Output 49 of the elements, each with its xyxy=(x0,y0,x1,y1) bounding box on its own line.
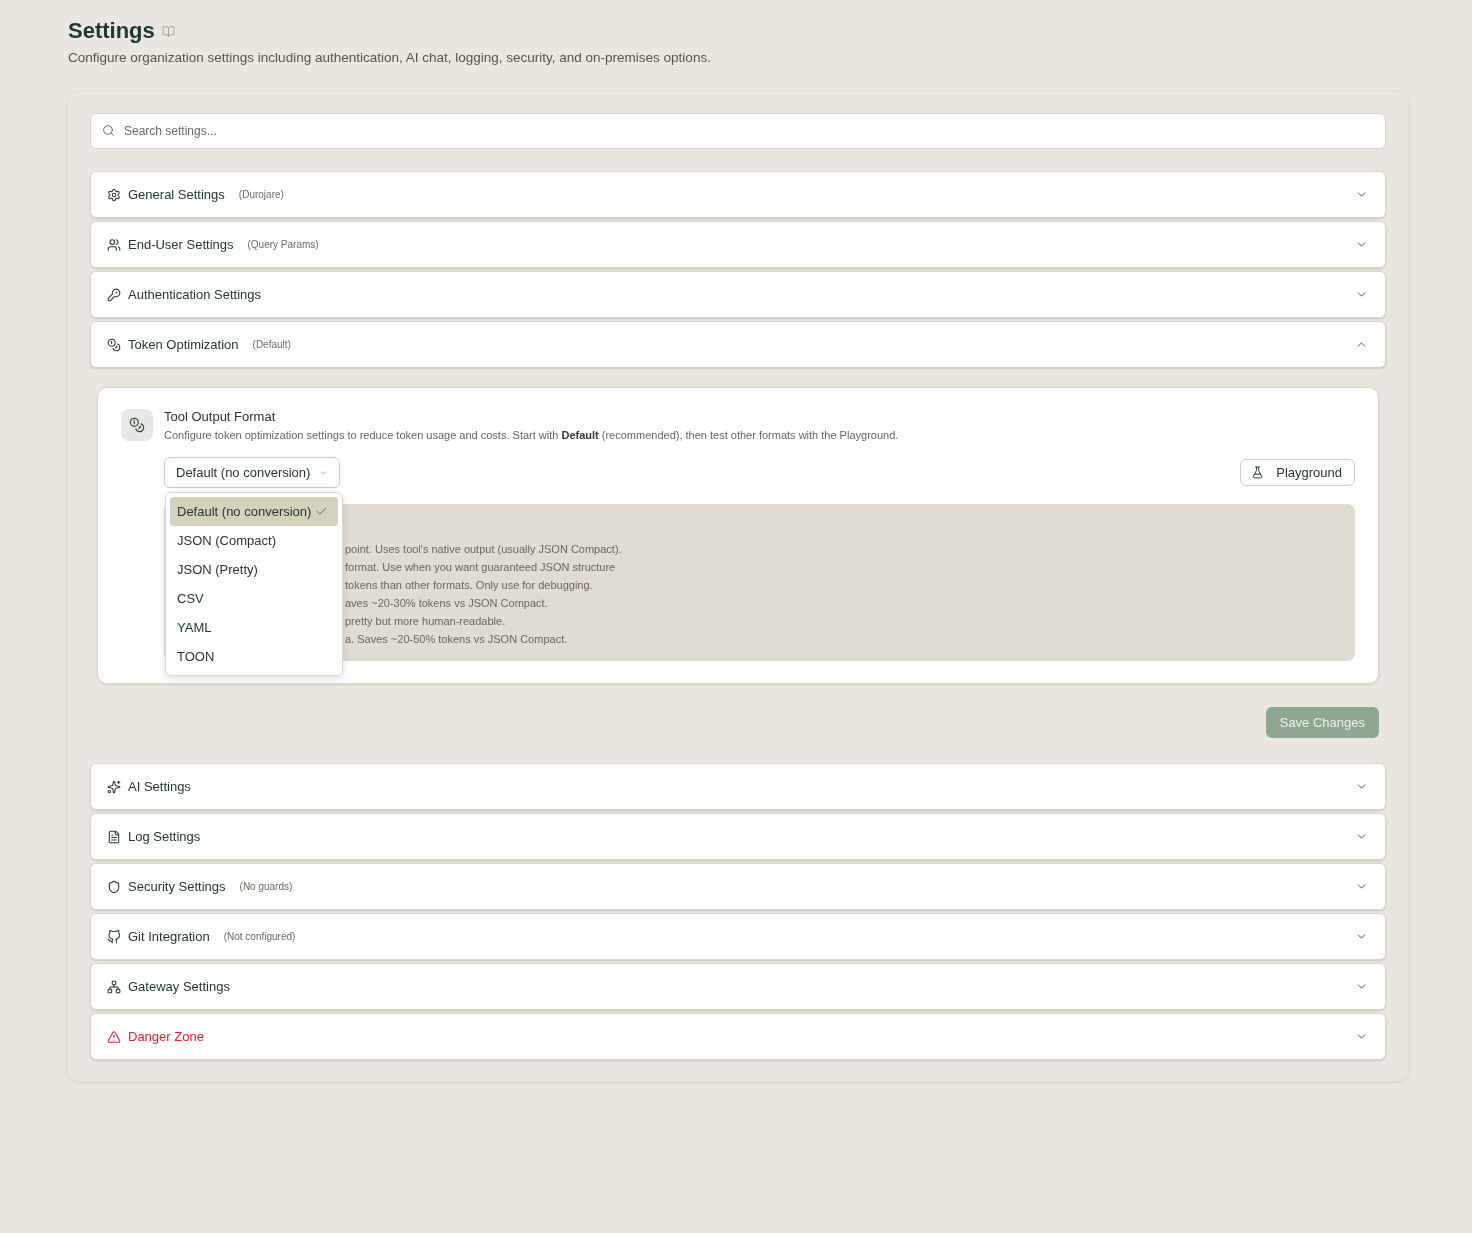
playground-button[interactable]: Playground xyxy=(1240,459,1355,486)
dropdown-option[interactable]: JSON (Compact) xyxy=(170,526,338,555)
dropdown-option[interactable]: YAML xyxy=(170,613,338,642)
section-note: (Default) xyxy=(252,339,291,350)
key-icon xyxy=(107,287,121,302)
gear-icon xyxy=(107,187,121,202)
info-text: point. Uses tool's native output (usually JSON Compact). xyxy=(345,542,623,557)
card-title: Tool Output Format xyxy=(164,409,276,425)
search-field[interactable]: Search settings... xyxy=(90,113,1386,149)
section-header[interactable]: Gateway Settings xyxy=(90,963,1386,1010)
dropdown-option[interactable]: Default (no conversion) xyxy=(170,497,338,526)
info-text: tokens than other formats. Only use for debugging. xyxy=(345,578,594,593)
book-icon[interactable] xyxy=(161,24,175,38)
card-description: Configure token optimization settings to reduce token usage and costs. Start with Default (recommended), then test other formats with the Playground. xyxy=(164,428,899,443)
coins-icon xyxy=(107,337,121,352)
search-icon xyxy=(102,124,115,137)
shield-icon xyxy=(107,879,121,894)
dropdown-option[interactable]: JSON (Pretty) xyxy=(170,555,338,584)
section-header[interactable]: Danger Zone xyxy=(90,1013,1386,1060)
flask-icon xyxy=(1251,466,1265,479)
info-text: pretty but more human-readable. xyxy=(345,614,507,629)
check-icon xyxy=(315,505,328,518)
info-text: format. Use when you want guaranteed JSON structure xyxy=(345,560,617,575)
document-icon xyxy=(107,829,121,844)
section-header[interactable]: General Settings (Durojare) xyxy=(90,171,1386,218)
section-note: (Not configured) xyxy=(223,931,296,942)
section-header[interactable]: AI Settings xyxy=(90,763,1386,810)
section-header[interactable]: Log Settings xyxy=(90,813,1386,860)
dropdown-option[interactable]: CSV xyxy=(170,584,338,613)
section-header[interactable]: End-User Settings (Query Params) xyxy=(90,221,1386,268)
section-note: (No guards) xyxy=(239,881,293,892)
warning-icon xyxy=(107,1029,121,1044)
network-icon xyxy=(107,979,121,994)
page-subtitle: Configure organization settings including authentication, AI chat, logging, security, and on-premises options. xyxy=(68,49,711,67)
dropdown-option[interactable]: TOON xyxy=(170,642,338,671)
section-header[interactable]: Token Optimization (Default) xyxy=(90,321,1386,368)
page-title: Settings xyxy=(68,18,155,44)
section-note: (Durojare) xyxy=(238,189,284,200)
github-icon xyxy=(107,929,121,944)
format-select[interactable]: Default (no conversion) xyxy=(164,457,340,488)
section-header[interactable]: Git Integration (Not configured) xyxy=(90,913,1386,960)
section-header[interactable]: Authentication Settings xyxy=(90,271,1386,318)
section-header[interactable]: Security Settings (No guards) xyxy=(90,863,1386,910)
section-note: (Query Params) xyxy=(247,239,319,250)
users-icon xyxy=(107,237,121,252)
coins-icon xyxy=(121,409,153,441)
info-text: aves ~20-30% tokens vs JSON Compact. xyxy=(345,596,549,611)
info-text: a. Saves ~20-50% tokens vs JSON Compact. xyxy=(345,632,569,647)
sparkles-icon xyxy=(107,779,121,794)
